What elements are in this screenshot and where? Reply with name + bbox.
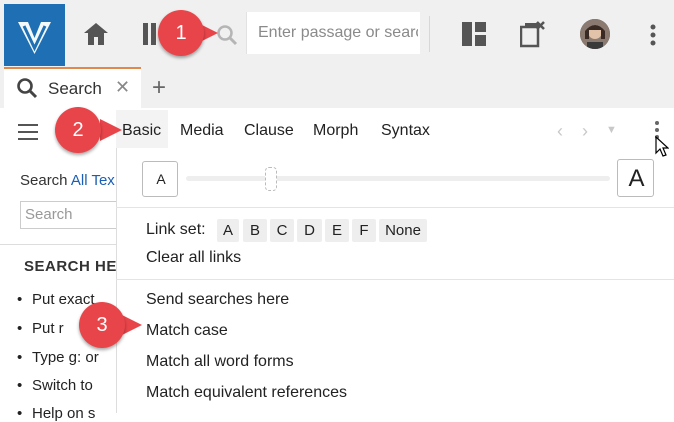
library-icon[interactable] (143, 23, 157, 50)
font-larger-button[interactable]: A (617, 159, 654, 197)
search-scope-link[interactable]: All Tex (71, 172, 115, 189)
tab-search[interactable]: Search ✕ (4, 67, 141, 108)
search-icon[interactable] (216, 24, 238, 51)
clear-all-links-item[interactable]: Clear all links (146, 249, 241, 267)
font-size-slider[interactable] (186, 176, 610, 181)
menu-tab-syntax[interactable]: Syntax (381, 122, 430, 140)
search-help-heading: SEARCH HE (24, 258, 117, 275)
divider (0, 244, 116, 245)
layout-icon[interactable] (462, 22, 486, 51)
link-set-option[interactable]: B (243, 219, 267, 242)
callout-badge-3: 3 (79, 302, 125, 348)
font-small-label: A (156, 171, 166, 187)
font-size-slider-thumb[interactable] (265, 167, 277, 191)
help-item: Put exact (17, 291, 94, 308)
link-set-option-none[interactable]: None (379, 219, 427, 242)
link-set-option[interactable]: C (270, 219, 294, 242)
caret-down-icon[interactable]: ▼ (606, 124, 617, 136)
search-scope-line: Search All Tex (20, 172, 115, 189)
font-large-label: A (628, 165, 645, 192)
panel-search-input[interactable]: Search (20, 201, 120, 229)
link-set-option[interactable]: D (297, 219, 322, 242)
menu-tab-basic[interactable]: Basic (122, 122, 161, 140)
chevron-left-icon[interactable]: ‹ (557, 121, 563, 142)
link-set-label: Link set: (146, 221, 206, 238)
menu-tab-media[interactable]: Media (180, 122, 224, 140)
logo-icon[interactable] (4, 4, 65, 66)
link-set-option[interactable]: A (217, 219, 239, 242)
callout-badge-1: 1 (158, 10, 204, 56)
callout-badge-2: 2 (55, 107, 101, 153)
home-icon[interactable] (83, 22, 109, 51)
search-scope-label: Search (20, 172, 68, 189)
toolbar-divider (429, 16, 430, 52)
close-tab-icon[interactable]: ✕ (115, 77, 130, 98)
search-input-placeholder: Enter passage or search (258, 24, 418, 41)
search-icon (16, 77, 38, 104)
mouse-cursor-icon (655, 135, 670, 163)
avatar[interactable] (580, 19, 610, 49)
match-all-word-forms-item[interactable]: Match all word forms (146, 353, 294, 371)
menu-tab-morph[interactable]: Morph (313, 122, 358, 140)
menu-icon[interactable] (18, 124, 38, 145)
menu-tab-clause[interactable]: Clause (244, 122, 294, 140)
font-smaller-button[interactable]: A (142, 161, 178, 197)
send-searches-here-item[interactable]: Send searches here (146, 291, 289, 309)
help-item: Type g: or (17, 349, 99, 366)
close-panels-icon[interactable] (519, 20, 546, 53)
add-tab-button[interactable]: + (152, 74, 166, 102)
menu-divider (116, 207, 674, 208)
tab-label: Search (48, 79, 102, 98)
more-vertical-icon[interactable] (650, 24, 656, 51)
badge-pointer (100, 119, 122, 141)
chevron-right-icon[interactable]: › (582, 121, 588, 142)
help-item: Put r (17, 320, 64, 337)
panel-search-placeholder: Search (25, 206, 73, 223)
basic-options-menu (116, 148, 674, 413)
search-input[interactable]: Enter passage or search (246, 12, 420, 54)
link-set-option[interactable]: F (352, 219, 376, 242)
help-item: Switch to (17, 377, 93, 394)
menu-divider (116, 279, 674, 280)
match-equivalent-references-item[interactable]: Match equivalent references (146, 384, 347, 402)
match-case-item[interactable]: Match case (146, 322, 228, 340)
help-item: Help on s (17, 405, 95, 422)
link-set-option[interactable]: E (325, 219, 349, 242)
